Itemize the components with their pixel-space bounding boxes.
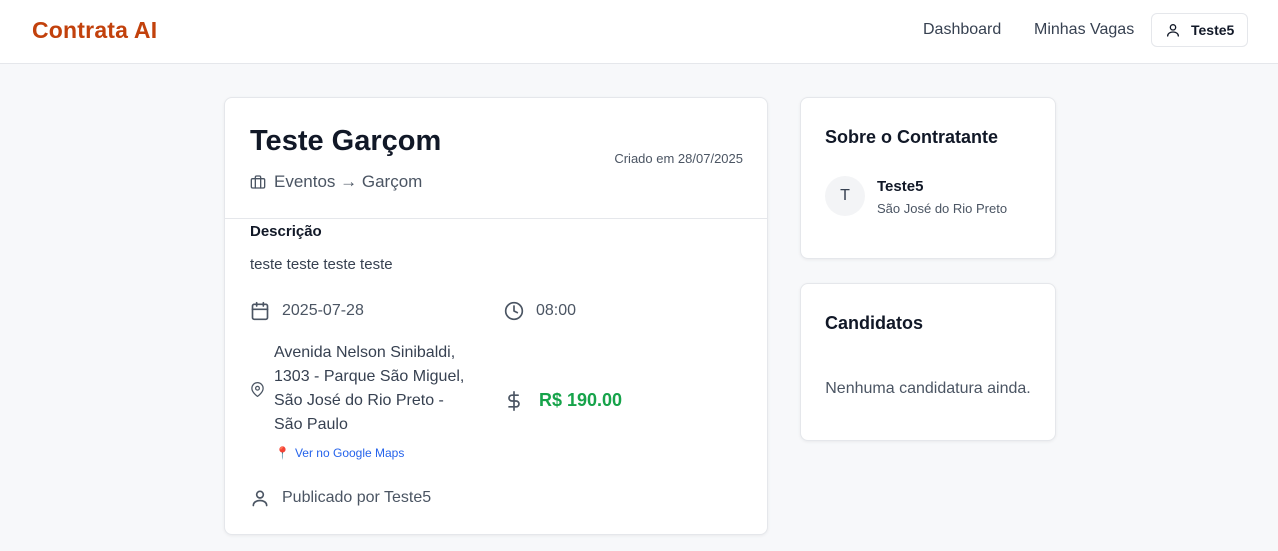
job-title: Teste Garçom: [250, 125, 442, 157]
job-price: R$ 190.00: [504, 390, 622, 411]
clock-icon: [504, 301, 524, 321]
job-price-value: R$ 190.00: [539, 390, 623, 410]
user-icon: [1165, 22, 1181, 38]
map-pin-icon: [250, 381, 265, 397]
divider: [225, 218, 767, 219]
job-time-text: 08:00: [536, 302, 577, 319]
job-time: 08:00: [504, 301, 576, 321]
candidates-empty-text: Nenhuma candidatura ainda.: [825, 380, 1031, 397]
job-publisher-text: Publicado por Teste5: [282, 489, 432, 506]
dollar-icon: [504, 390, 524, 411]
user-menu-button[interactable]: Teste5: [1151, 13, 1248, 47]
top-navbar: Contrata AI Dashboard Minhas Vagas Teste…: [0, 0, 1278, 64]
job-category-text: Eventos → Garçom: [274, 172, 423, 191]
job-created-date: Criado em 28/07/2025: [614, 151, 743, 166]
job-address-text: Avenida Nelson Sinibaldi, 1303 - Parque …: [274, 344, 465, 433]
job-date: 2025-07-28: [250, 301, 364, 321]
avatar: T: [825, 176, 865, 216]
owner-city: São José do Rio Preto: [877, 201, 1008, 216]
calendar-icon: [250, 301, 270, 321]
google-maps-link[interactable]: 📍 Ver no Google Maps: [275, 446, 404, 460]
google-maps-link-text: Ver no Google Maps: [294, 446, 405, 460]
job-publisher: Publicado por Teste5: [250, 488, 431, 508]
candidates-card: Candidatos Nenhuma candidatura ainda.: [800, 283, 1056, 441]
description-label: Descrição: [250, 223, 322, 240]
job-details-card: Teste Garçom Criado em 28/07/2025 Evento…: [224, 97, 768, 535]
candidates-section-title: Candidatos: [825, 313, 924, 333]
user-menu-label: Teste5: [1191, 22, 1235, 38]
owner-name: Teste5: [877, 178, 924, 195]
briefcase-icon: [250, 174, 266, 190]
job-address: Avenida Nelson Sinibaldi, 1303 - Parque …: [250, 341, 474, 437]
nav-my-jobs-link[interactable]: Minhas Vagas: [1034, 21, 1134, 39]
brand-logo-link[interactable]: Contrata AI: [32, 17, 157, 44]
job-date-text: 2025-07-28: [282, 302, 364, 319]
nav-dashboard-link[interactable]: Dashboard: [923, 21, 1001, 39]
user-icon: [250, 488, 270, 508]
job-category: Eventos → Garçom: [250, 172, 422, 192]
owner-section-title: Sobre o Contratante: [825, 127, 999, 147]
description-text: teste teste teste teste: [250, 256, 393, 273]
owner-card: Sobre o Contratante T Teste5 São José do…: [800, 97, 1056, 259]
pushpin-icon: 📍: [275, 446, 290, 460]
